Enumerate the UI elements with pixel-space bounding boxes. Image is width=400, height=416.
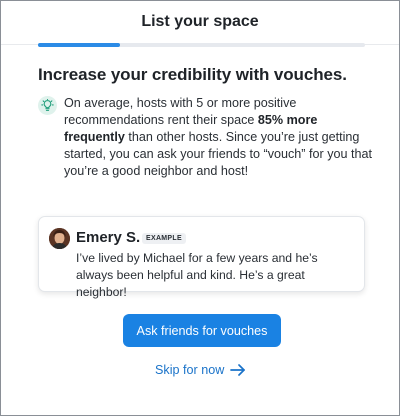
- headline: Increase your credibility with vouches.: [38, 65, 347, 84]
- page-title: List your space: [141, 13, 259, 30]
- progress-bar: [38, 43, 365, 47]
- ask-friends-button[interactable]: Ask friends for vouches: [123, 314, 281, 347]
- modal-frame: List your space Increase your credibilit…: [0, 0, 400, 416]
- skip-for-now-link[interactable]: Skip for now: [155, 361, 246, 379]
- lightbulb-icon: [38, 96, 57, 115]
- example-vouch-card: Emery S. EXAMPLE I’ve lived by Michael f…: [38, 216, 365, 299]
- tip-text: On average, hosts with 5 or more positiv…: [64, 95, 374, 180]
- avatar: [49, 228, 70, 249]
- example-badge: EXAMPLE: [142, 233, 186, 244]
- skip-link-label: Skip for now: [155, 363, 225, 377]
- progress-bar-fill: [38, 43, 120, 47]
- arrow-right-icon: [230, 364, 246, 376]
- header: List your space: [1, 1, 399, 45]
- vouch-quote: I’ve lived by Michael for a few years an…: [76, 251, 318, 299]
- vouch-author-name: Emery S.: [76, 229, 141, 246]
